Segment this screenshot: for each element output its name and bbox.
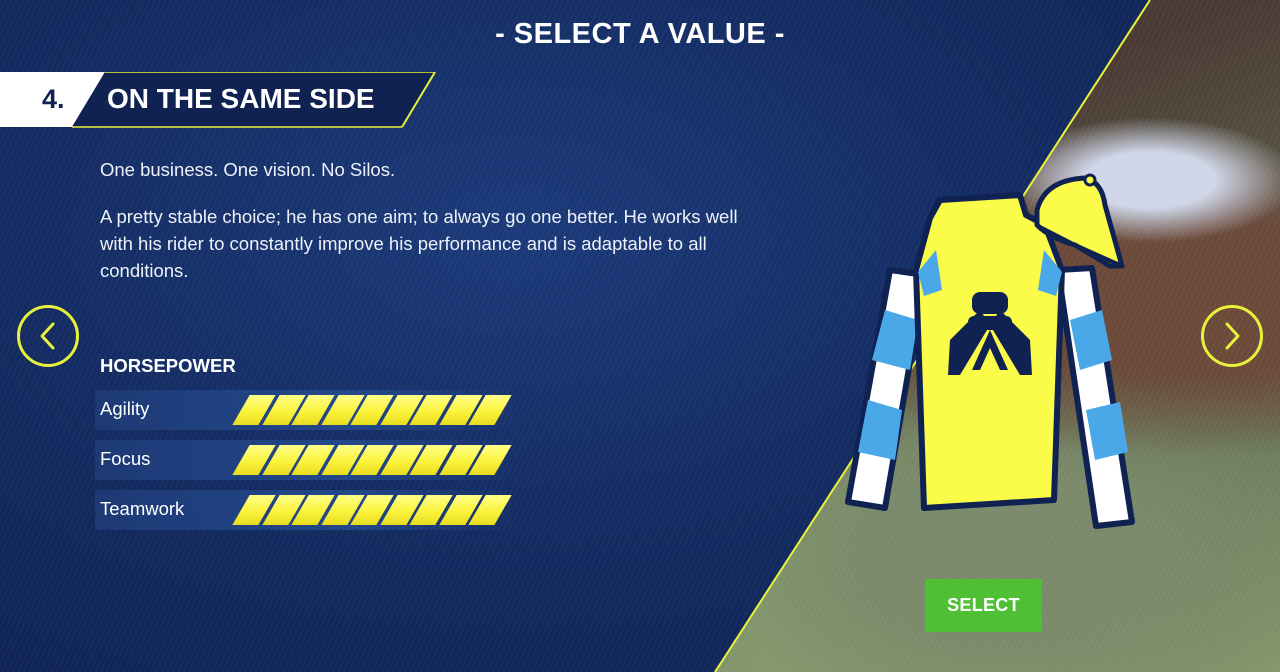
silks-body xyxy=(913,192,1065,511)
previous-value-button[interactable] xyxy=(17,305,79,367)
value-title: ON THE SAME SIDE xyxy=(107,83,375,114)
jockey-silks xyxy=(845,173,1135,529)
chevron-left-icon xyxy=(40,322,55,350)
stats-heading: HORSEPOWER xyxy=(100,355,236,376)
stat-row-agility: Agility xyxy=(95,390,520,430)
stat-bars xyxy=(232,495,512,525)
stat-label: Teamwork xyxy=(100,498,185,519)
left-sleeve xyxy=(845,267,928,511)
value-tagline: One business. One vision. No Silos. xyxy=(100,159,396,180)
value-description: A pretty stable choice; he has one aim; … xyxy=(100,206,738,281)
stat-label: Agility xyxy=(100,398,150,419)
chevron-right-icon xyxy=(1225,322,1240,350)
stat-label: Focus xyxy=(100,448,151,469)
right-sleeve xyxy=(1055,265,1135,529)
stat-bars xyxy=(232,395,512,425)
stat-bars xyxy=(232,445,512,475)
value-title-ribbon: 4. ON THE SAME SIDE xyxy=(0,72,440,128)
page-title: - SELECT A VALUE - xyxy=(495,18,785,50)
next-value-button[interactable] xyxy=(1201,305,1263,367)
value-number: 4. xyxy=(42,84,65,114)
stat-row-teamwork: Teamwork xyxy=(95,490,520,530)
stat-row-focus: Focus xyxy=(95,440,520,480)
select-button[interactable]: SELECT xyxy=(925,579,1042,632)
